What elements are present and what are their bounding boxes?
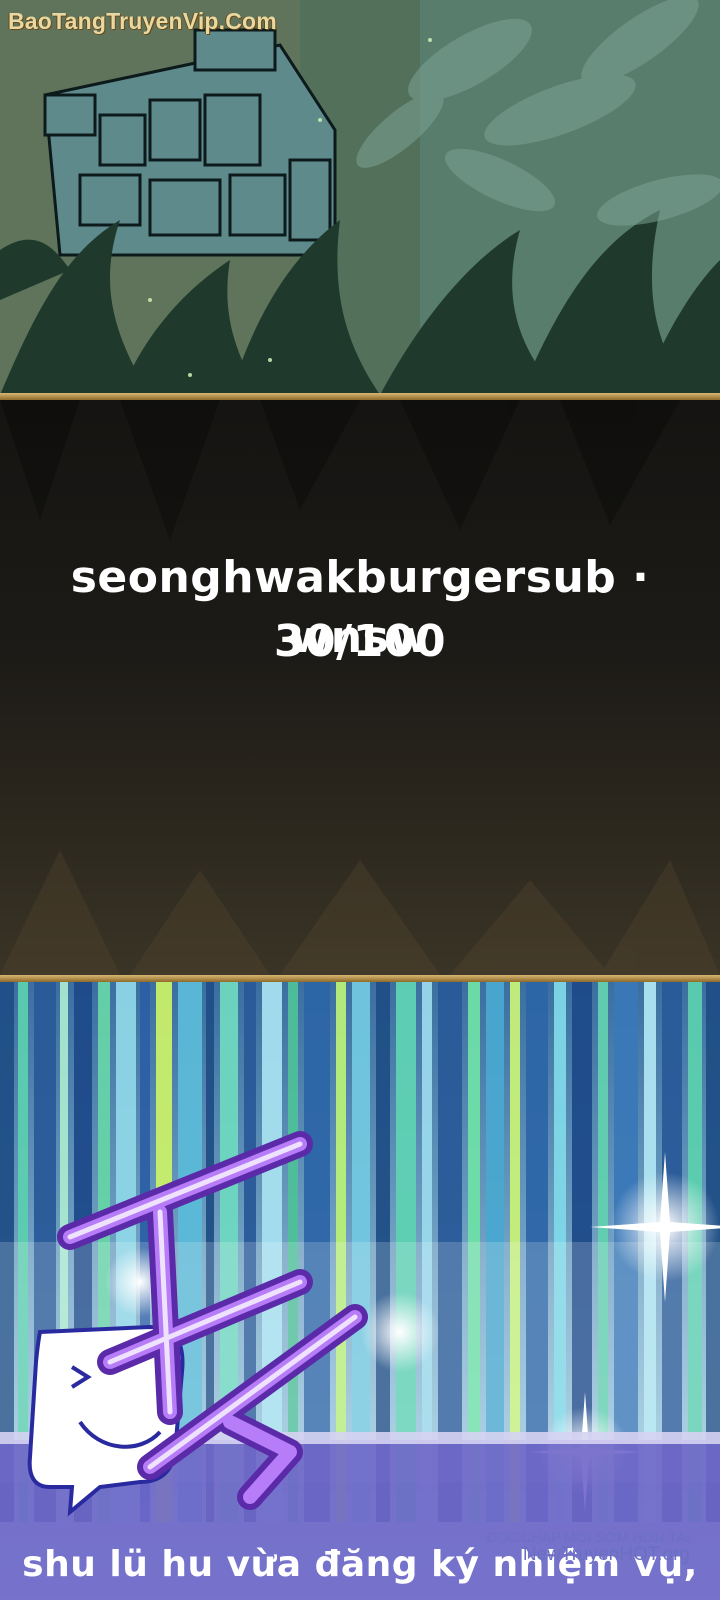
watermark-bottom-line-2: NewTruyenHOT.org [522,1544,690,1566]
credit-panel: seonghwakburgersub · wnsw 30/100 [0,400,720,975]
speed-lines-panel: ĐỌC CHAP MỚI SỚM HƠN TẠI NewTruyenHOT.or… [0,982,720,1600]
watermark-bottom: ĐỌC CHAP MỚI SỚM HƠN TẠI NewTruyenHOT.or… [486,1529,690,1566]
jungle-panel: BaoTangTruyenVip.Com [0,0,720,395]
credit-progress: 30/100 [273,616,447,667]
watermark-top: BaoTangTruyenVip.Com [8,8,277,34]
panel-border-top [0,393,720,400]
watermark-bottom-line-1: ĐỌC CHAP MỚI SỚM HƠN TẠI [486,1529,690,1545]
speed-lines-illustration [0,982,720,1600]
credit-texture [0,400,720,975]
panel-border-bottom [0,975,720,982]
jungle-illustration [0,0,720,395]
